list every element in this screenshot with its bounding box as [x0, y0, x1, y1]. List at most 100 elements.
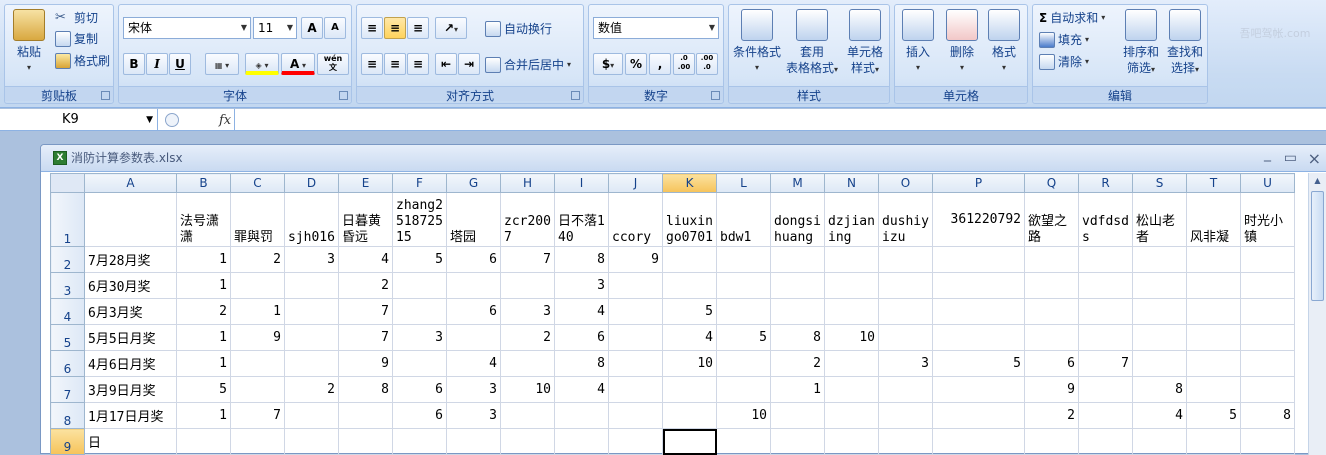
scroll-up-icon[interactable]: ▲ — [1309, 173, 1326, 189]
cell[interactable] — [1024, 428, 1079, 455]
cell[interactable]: 9 — [1024, 376, 1079, 403]
cell[interactable] — [230, 376, 285, 403]
row-header-2[interactable]: 2 — [50, 246, 85, 273]
paste-button[interactable]: 粘贴 ▾ — [9, 9, 49, 76]
cell[interactable] — [878, 272, 933, 299]
cell[interactable] — [392, 298, 447, 325]
cell[interactable] — [878, 324, 933, 351]
align-left-button[interactable]: ≡ — [361, 53, 383, 75]
cell[interactable]: 5 — [392, 246, 447, 273]
scroll-thumb[interactable] — [1311, 191, 1324, 301]
font-name-combo[interactable]: 宋体 ▼ — [123, 17, 251, 39]
alignment-dialog-launcher[interactable] — [571, 91, 580, 100]
cell[interactable]: 2 — [284, 376, 339, 403]
cell[interactable]: 日暮黄昏远 — [338, 192, 393, 247]
cell[interactable]: 时光小镇 — [1240, 192, 1295, 247]
underline-button[interactable]: U — [169, 53, 191, 75]
cell[interactable]: 8 — [770, 324, 825, 351]
cell[interactable] — [338, 428, 393, 455]
italic-button[interactable]: I — [146, 53, 168, 75]
cell[interactable]: 4 — [662, 324, 717, 351]
cell[interactable] — [176, 428, 231, 455]
cell[interactable] — [1078, 402, 1133, 429]
cell[interactable] — [1132, 272, 1187, 299]
vertical-scrollbar[interactable]: ▲ — [1308, 173, 1326, 455]
cell[interactable]: 1 — [176, 402, 231, 429]
conditional-format-button[interactable]: 条件格式 ▾ — [731, 9, 783, 76]
cell[interactable]: 7 — [338, 324, 393, 351]
format-painter-button[interactable]: 格式刷 — [55, 52, 110, 69]
cell[interactable]: 4 — [446, 350, 501, 377]
column-header-R[interactable]: R — [1078, 173, 1133, 193]
cell[interactable] — [1186, 298, 1241, 325]
cell[interactable] — [608, 376, 663, 403]
cell[interactable]: 8 — [1240, 402, 1295, 429]
cell[interactable]: 8 — [554, 350, 609, 377]
cell[interactable] — [608, 324, 663, 351]
fill-button[interactable]: 填充 ▾ — [1039, 31, 1089, 48]
cell[interactable] — [1078, 298, 1133, 325]
grow-font-button[interactable]: A — [301, 17, 323, 39]
cell[interactable] — [878, 298, 933, 325]
column-header-P[interactable]: P — [932, 173, 1025, 193]
cell[interactable]: dzjianing — [824, 192, 879, 247]
cell[interactable] — [824, 428, 879, 455]
increase-indent-button[interactable]: ⇥ — [458, 53, 480, 75]
cell[interactable] — [824, 246, 879, 273]
cell[interactable]: 6 — [392, 402, 447, 429]
name-box[interactable]: K9 ▼ — [0, 109, 158, 131]
cell[interactable] — [284, 324, 339, 351]
cell[interactable] — [446, 272, 501, 299]
cell[interactable]: 日 — [84, 428, 177, 455]
sort-filter-button[interactable]: 排序和 筛选▾ — [1119, 9, 1163, 78]
cell[interactable]: 10 — [500, 376, 555, 403]
cell[interactable] — [1186, 272, 1241, 299]
cell[interactable] — [1078, 376, 1133, 403]
cell[interactable] — [824, 298, 879, 325]
cell[interactable]: 3 — [878, 350, 933, 377]
clear-button[interactable]: 清除 ▾ — [1039, 53, 1089, 70]
cell[interactable] — [284, 402, 339, 429]
cell[interactable] — [608, 428, 663, 455]
cell[interactable]: 5 — [662, 298, 717, 325]
merge-center-button[interactable]: 合并后居中 ▾ — [485, 56, 571, 73]
cell[interactable]: 2 — [1024, 402, 1079, 429]
column-header-H[interactable]: H — [500, 173, 555, 193]
cell[interactable] — [500, 350, 555, 377]
cell[interactable] — [932, 428, 1025, 455]
cell[interactable] — [824, 402, 879, 429]
cell[interactable] — [1078, 428, 1133, 455]
cancel-icon[interactable] — [165, 113, 179, 127]
cell[interactable] — [1024, 246, 1079, 273]
cell[interactable]: 日不落140 — [554, 192, 609, 247]
cell[interactable]: 1 — [176, 350, 231, 377]
autosum-button[interactable]: Σ 自动求和 ▾ — [1039, 9, 1105, 26]
cell[interactable]: 3 — [446, 376, 501, 403]
cell[interactable] — [500, 428, 555, 455]
column-header-I[interactable]: I — [554, 173, 609, 193]
decrease-indent-button[interactable]: ⇤ — [435, 53, 457, 75]
cell[interactable]: 1 — [176, 272, 231, 299]
cell[interactable]: 1月17日月奖 — [84, 402, 177, 429]
column-header-S[interactable]: S — [1132, 173, 1187, 193]
percent-button[interactable]: % — [625, 53, 647, 75]
row-header-5[interactable]: 5 — [50, 324, 85, 351]
cell[interactable]: 6 — [1024, 350, 1079, 377]
column-header-U[interactable]: U — [1240, 173, 1295, 193]
cell[interactable] — [770, 298, 825, 325]
cell[interactable]: 2 — [338, 272, 393, 299]
cell[interactable] — [770, 246, 825, 273]
cell[interactable]: 4月6日月奖 — [84, 350, 177, 377]
cell[interactable]: 10 — [824, 324, 879, 351]
cell[interactable] — [230, 272, 285, 299]
cell[interactable] — [284, 350, 339, 377]
cell[interactable]: 5 — [1186, 402, 1241, 429]
cell[interactable]: 3月9日月奖 — [84, 376, 177, 403]
cell[interactable]: 7 — [1078, 350, 1133, 377]
cell[interactable] — [1078, 272, 1133, 299]
cell[interactable]: 7 — [500, 246, 555, 273]
comma-button[interactable]: , — [649, 53, 671, 75]
cell[interactable] — [662, 428, 717, 455]
cell[interactable] — [662, 272, 717, 299]
insert-button[interactable]: 插入 ▾ — [897, 9, 939, 76]
